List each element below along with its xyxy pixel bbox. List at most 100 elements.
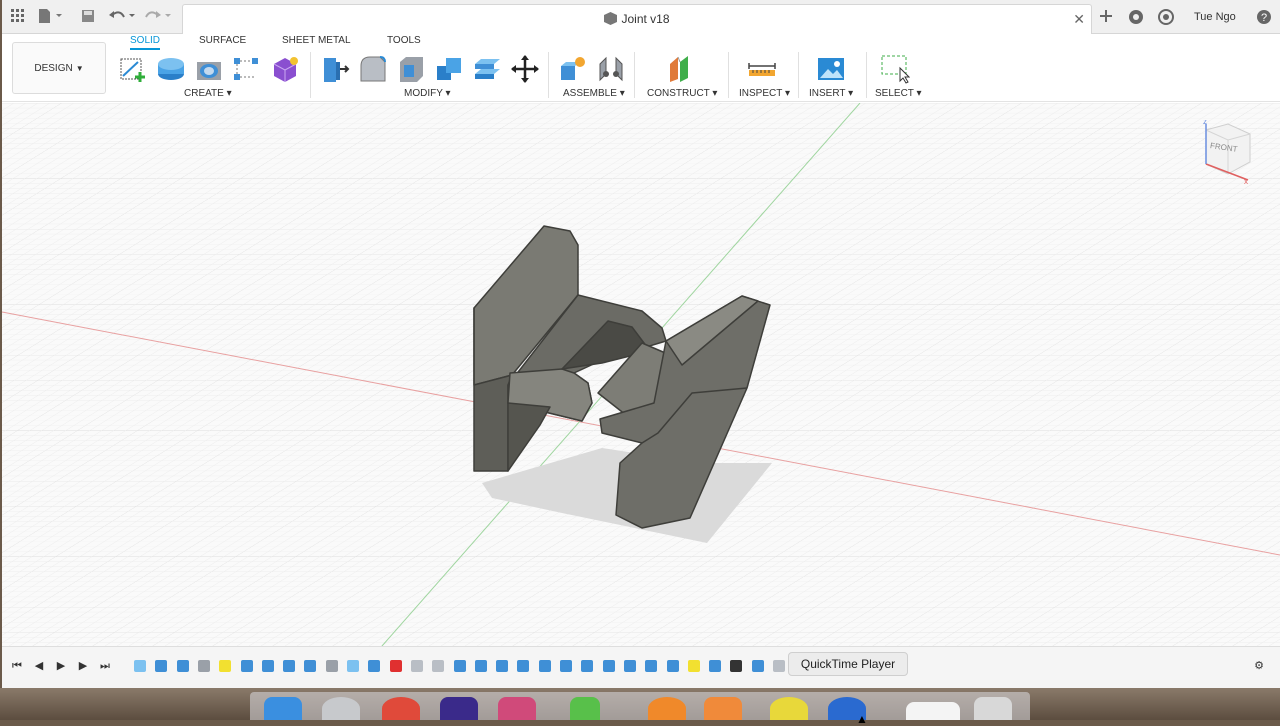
notifications-icon[interactable]	[1158, 9, 1174, 25]
timeline-feature-icon[interactable]	[155, 660, 168, 672]
insert-menu-label: INSERT	[809, 88, 846, 99]
new-tab-icon[interactable]	[1098, 9, 1114, 25]
timeline-feature-icon[interactable]	[687, 660, 700, 672]
divider	[866, 52, 867, 98]
job-status-icon[interactable]	[1128, 9, 1144, 25]
grid-and-model	[2, 103, 1280, 646]
create-sketch-icon[interactable]	[118, 54, 148, 84]
file-menu-icon[interactable]	[38, 9, 64, 25]
go-to-end-icon[interactable]: ⏭	[98, 659, 112, 673]
svg-text:z: z	[1203, 120, 1207, 126]
timeline-feature-icon[interactable]	[517, 660, 530, 672]
app-icon[interactable]	[770, 697, 808, 720]
timeline-feature-icon[interactable]	[240, 660, 253, 672]
fusion-360-icon[interactable]	[704, 697, 742, 720]
timeline-feature-icon[interactable]	[709, 660, 722, 672]
user-account[interactable]: Tue Ngo	[1194, 11, 1236, 23]
timeline-feature-icon[interactable]	[751, 660, 764, 672]
create-menu[interactable]: CREATE ▾	[184, 88, 232, 99]
divider	[310, 52, 311, 98]
3d-canvas[interactable]: x z FRONT	[2, 103, 1280, 646]
close-tab-icon[interactable]: ✕	[1073, 11, 1085, 28]
construct-menu[interactable]: CONSTRUCT ▾	[647, 88, 717, 99]
blender-icon[interactable]	[648, 697, 686, 720]
divider	[634, 52, 635, 98]
measure-icon[interactable]	[747, 54, 777, 84]
timeline-feature-icon[interactable]	[197, 660, 210, 672]
play-icon[interactable]: ▶	[54, 659, 68, 673]
create-form-icon[interactable]	[270, 54, 300, 84]
shell-icon[interactable]	[396, 54, 426, 84]
inspect-menu[interactable]: INSPECT ▾	[739, 88, 790, 99]
press-pull-icon[interactable]	[320, 54, 350, 84]
joint-icon[interactable]	[596, 54, 626, 84]
timeline-feature-icon[interactable]	[347, 660, 359, 672]
combine-icon[interactable]	[434, 54, 464, 84]
phpstorm-icon[interactable]	[498, 697, 536, 720]
timeline-feature-icon[interactable]	[304, 660, 317, 672]
redo-icon[interactable]	[144, 9, 174, 25]
assemble-menu-label: ASSEMBLE	[563, 88, 617, 99]
timeline-feature-icon[interactable]	[474, 660, 487, 672]
timeline-feature-icon[interactable]	[645, 660, 658, 672]
timeline-feature-icon[interactable]	[496, 660, 509, 672]
timeline-settings-icon[interactable]: ⚙	[1252, 659, 1266, 673]
timeline-feature-icon[interactable]	[410, 660, 423, 672]
title-bar: Joint v18 ✕ Tue Ngo ?	[2, 0, 1280, 34]
modify-menu[interactable]: MODIFY ▾	[404, 88, 451, 99]
document-tab[interactable]: Joint v18 ✕	[182, 4, 1092, 34]
timeline-feature-icon[interactable]	[432, 660, 445, 672]
numbers-icon[interactable]	[570, 697, 600, 720]
extrude-icon[interactable]	[156, 54, 186, 84]
step-back-icon[interactable]: ◀	[32, 659, 46, 673]
timeline-feature-icon[interactable]	[176, 660, 189, 672]
move-icon[interactable]	[510, 54, 540, 84]
intellij-icon[interactable]	[440, 697, 478, 720]
timeline-feature-icon[interactable]	[538, 660, 551, 672]
workspace-label: DESIGN	[34, 62, 73, 74]
trash-icon[interactable]	[974, 697, 1012, 720]
undo-icon[interactable]	[108, 9, 138, 25]
save-icon[interactable]	[80, 9, 96, 25]
assemble-menu[interactable]: ASSEMBLE ▾	[563, 88, 625, 99]
insert-menu[interactable]: INSERT ▾	[809, 88, 853, 99]
timeline-feature-icon[interactable]	[219, 660, 232, 672]
revolve-icon[interactable]	[194, 54, 224, 84]
window-select-icon[interactable]	[880, 54, 911, 84]
offset-plane-icon[interactable]	[666, 54, 696, 84]
timeline-feature-icon[interactable]	[261, 660, 274, 672]
timeline-feature-icon[interactable]	[325, 660, 338, 672]
tab-surface[interactable]: SURFACE	[199, 34, 246, 50]
timeline-feature-icon[interactable]	[560, 660, 572, 672]
new-component-icon[interactable]	[558, 54, 588, 84]
insert-image-icon[interactable]	[816, 54, 846, 84]
finder-icon[interactable]	[264, 697, 302, 720]
chrome-icon[interactable]	[382, 697, 420, 720]
timeline-feature-icon[interactable]	[581, 660, 594, 672]
go-to-start-icon[interactable]: ⏮	[10, 659, 24, 673]
apps-grid-icon[interactable]	[10, 9, 26, 25]
minimized-window-icon[interactable]	[906, 702, 960, 720]
timeline-feature-icon[interactable]	[602, 660, 615, 672]
timeline-feature-icon[interactable]	[283, 660, 296, 672]
timeline-feature-icon[interactable]	[453, 660, 466, 672]
tab-solid[interactable]: SOLID	[130, 34, 161, 50]
timeline-feature-icon[interactable]	[730, 660, 743, 672]
fillet-icon[interactable]	[358, 54, 388, 84]
timeline-feature-icon[interactable]	[773, 660, 785, 672]
timeline-feature-icon[interactable]	[368, 660, 381, 672]
workspace-switcher[interactable]: DESIGN ▼	[12, 42, 106, 94]
view-cube[interactable]: x z FRONT	[1198, 117, 1258, 190]
launchpad-icon[interactable]	[322, 697, 360, 720]
timeline-feature-icon[interactable]	[666, 660, 679, 672]
tab-sheet-metal[interactable]: SHEET METAL	[282, 34, 351, 50]
help-icon[interactable]: ?	[1256, 9, 1272, 25]
step-forward-icon[interactable]: ▶	[76, 659, 90, 673]
tab-tools[interactable]: TOOLS	[387, 34, 421, 50]
sweep-icon[interactable]	[232, 54, 262, 84]
timeline-feature-icon[interactable]	[623, 660, 636, 672]
timeline-feature-icon[interactable]	[389, 660, 402, 672]
split-body-icon[interactable]	[472, 54, 502, 84]
select-menu[interactable]: SELECT ▾	[875, 88, 922, 99]
timeline-feature-icon[interactable]	[134, 660, 146, 672]
